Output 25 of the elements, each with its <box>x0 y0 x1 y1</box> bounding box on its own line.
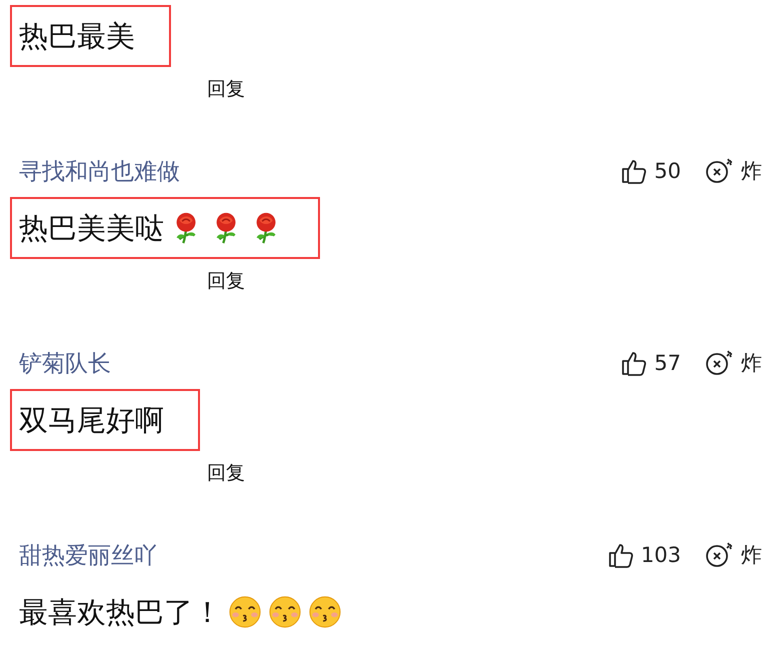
reply-link[interactable]: 回复 <box>207 270 245 292</box>
bomb-label[interactable]: 炸 <box>741 157 762 185</box>
comment-text: 最喜欢热巴了！ <box>19 594 222 631</box>
reply-link[interactable]: 回复 <box>207 462 245 484</box>
thumbs-up-icon[interactable] <box>620 349 648 377</box>
reply-link[interactable]: 回复 <box>207 78 245 100</box>
bomb-icon[interactable] <box>705 349 735 377</box>
comment-text: 双马尾好啊 <box>19 402 164 439</box>
thumbs-up-icon[interactable] <box>606 541 635 569</box>
like-count: 103 <box>640 543 681 567</box>
username[interactable]: 寻找和尚也难做 <box>19 156 180 186</box>
thumbs-up-icon[interactable] <box>620 157 648 185</box>
kissing-face-icon <box>268 595 302 629</box>
bomb-label[interactable]: 炸 <box>741 541 762 569</box>
comment-text: 热巴最美 <box>19 18 135 55</box>
comment-text: 热巴美美哒 <box>19 210 164 247</box>
username[interactable]: 甜热爱丽丝吖 <box>19 540 157 570</box>
bomb-icon[interactable] <box>705 157 735 185</box>
like-count: 50 <box>654 159 681 183</box>
bomb-icon[interactable] <box>705 541 735 569</box>
kissing-face-icon <box>228 595 262 629</box>
bomb-label[interactable]: 炸 <box>741 349 762 377</box>
kissing-face-icon <box>308 595 342 629</box>
username[interactable]: 铲菊队长 <box>19 348 111 378</box>
like-count: 57 <box>654 351 681 375</box>
